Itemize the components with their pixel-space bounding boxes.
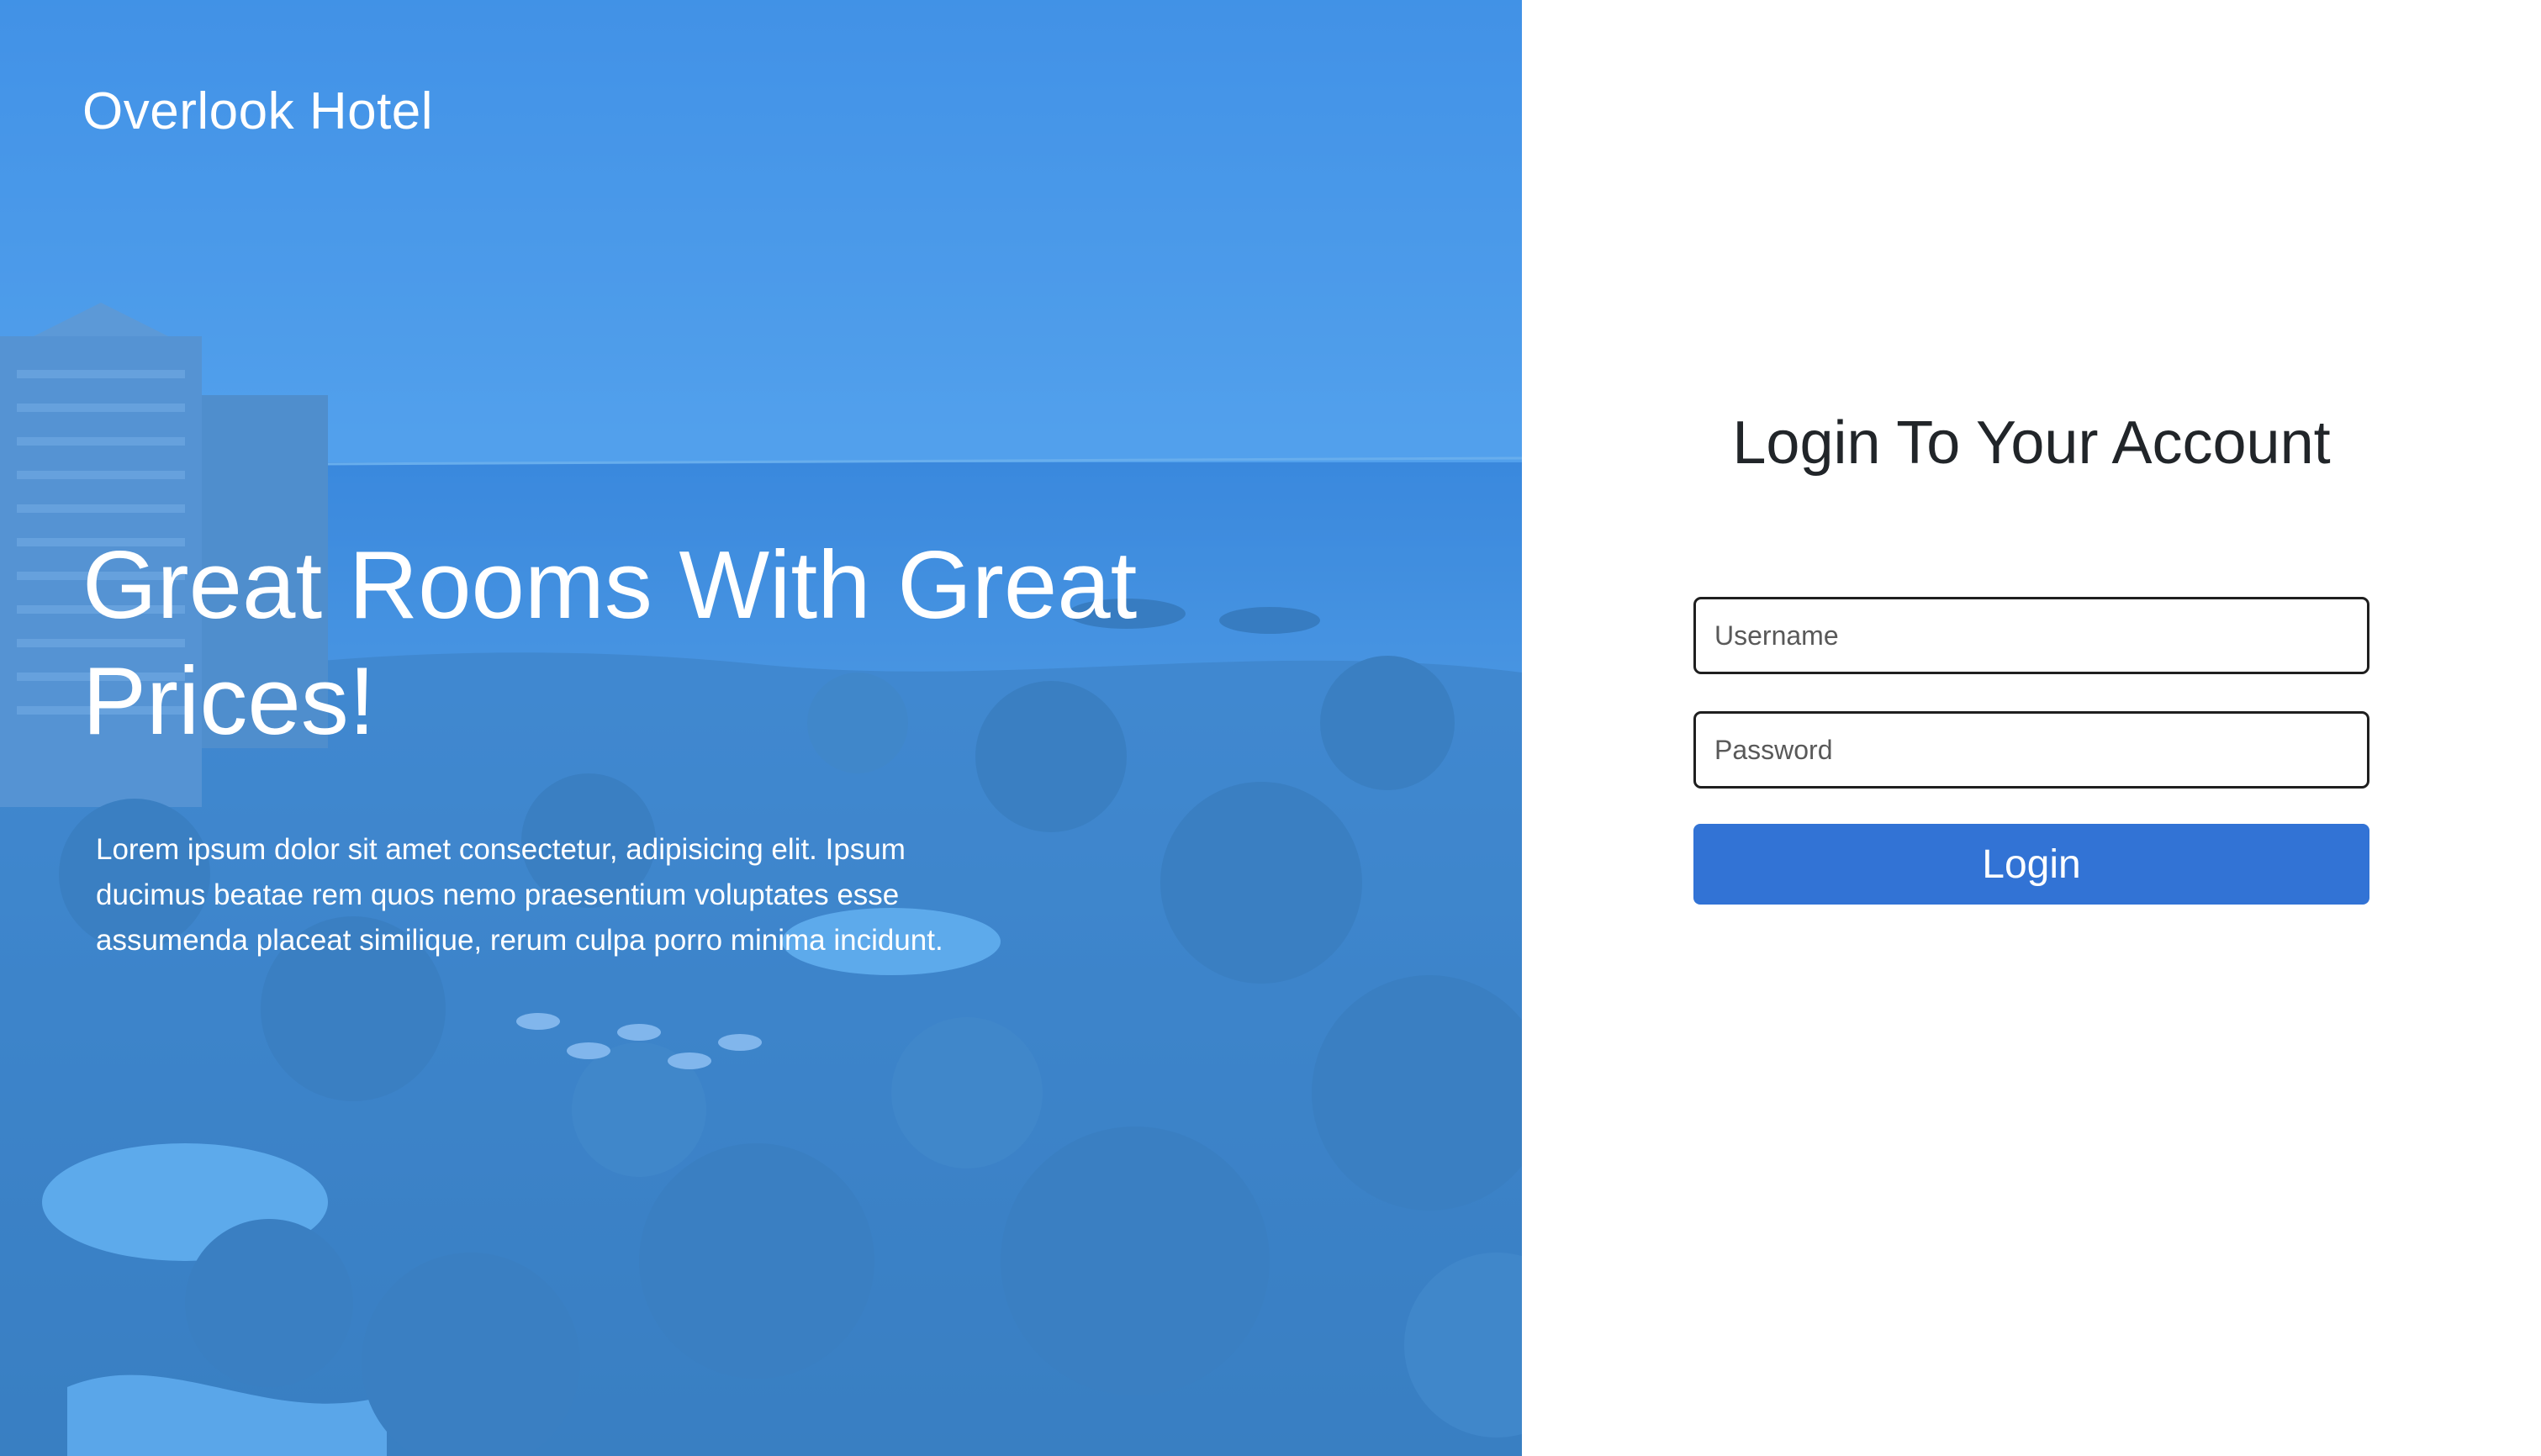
login-title: Login To Your Account: [1732, 409, 2331, 477]
hero-headline: Great Rooms With Great Prices!: [82, 532, 1138, 755]
password-input[interactable]: [1693, 711, 2369, 789]
login-button[interactable]: Login: [1693, 824, 2369, 905]
login-page: Overlook Hotel Great Rooms With Great Pr…: [0, 0, 2541, 1456]
username-input[interactable]: [1693, 597, 2369, 674]
hero-description: Lorem ipsum dolor sit amet consectetur, …: [96, 833, 943, 957]
login-panel: Login To Your Account Login: [1522, 0, 2541, 1456]
hero-panel: Overlook Hotel Great Rooms With Great Pr…: [0, 0, 1522, 1456]
brand-name: Overlook Hotel: [82, 82, 434, 140]
